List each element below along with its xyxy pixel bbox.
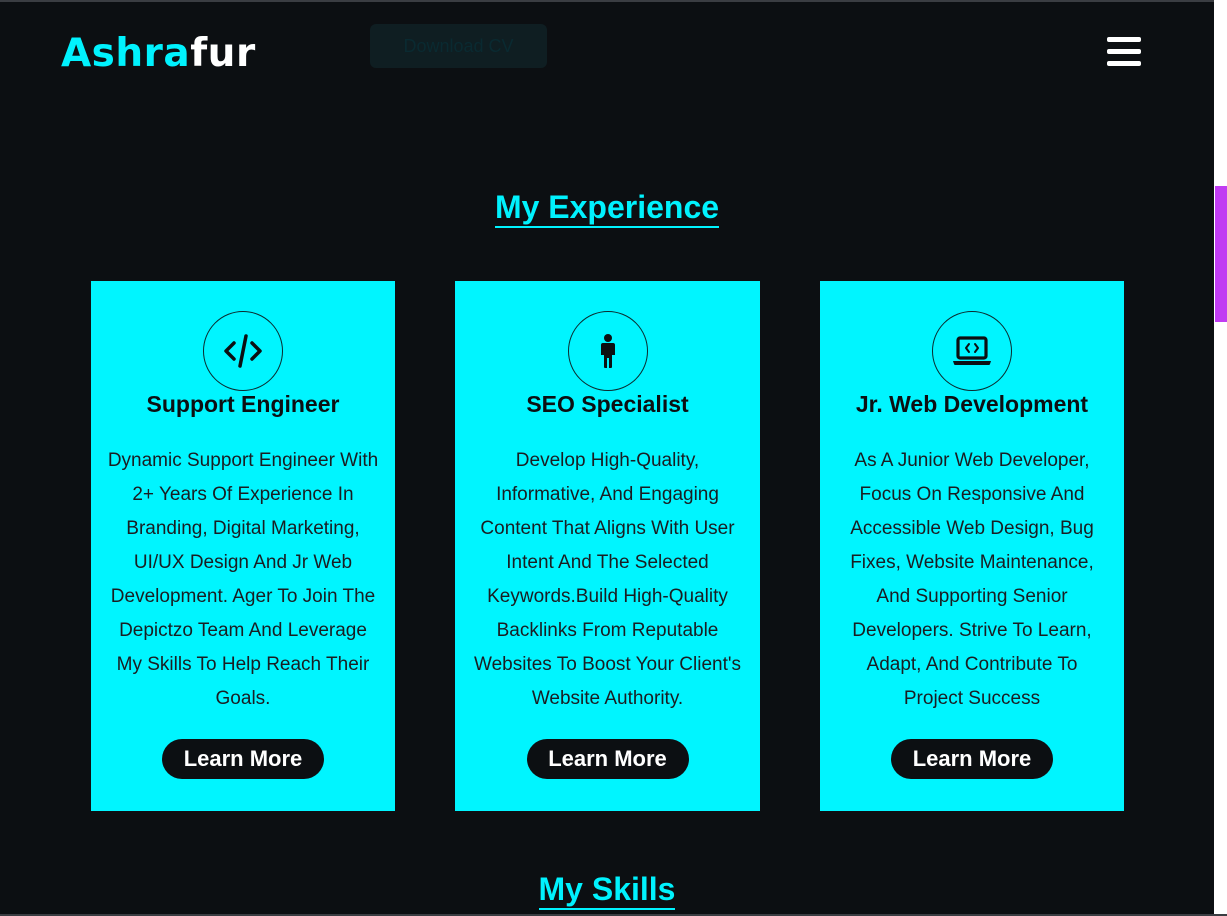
portfolio-page: Ashrafur Download CV My Experience Suppo… — [0, 0, 1227, 916]
learn-more-button[interactable]: Learn More — [526, 739, 689, 779]
experience-card-support-engineer: Support Engineer Dynamic Support Enginee… — [91, 281, 395, 811]
scrollbar-thumb[interactable] — [1215, 186, 1227, 322]
code-icon — [203, 311, 283, 391]
logo-part-accent: Ashra — [61, 31, 191, 76]
experience-card-seo-specialist: SEO Specialist Develop High-Quality, Inf… — [455, 281, 760, 811]
top-border — [0, 0, 1227, 2]
card-title: Jr. Web Development — [855, 391, 1089, 417]
logo[interactable]: Ashrafur — [61, 30, 256, 78]
download-cv-button[interactable]: Download CV — [370, 24, 547, 68]
experience-section-title: My Experience — [0, 189, 1214, 228]
card-description: Develop High-Quality, Informative, And E… — [474, 450, 741, 709]
laptop-code-icon — [932, 311, 1012, 391]
menu-bar — [1107, 61, 1141, 66]
card-description: Dynamic Support Engineer With 2+ Years O… — [107, 450, 379, 709]
hamburger-menu-icon[interactable] — [1107, 37, 1141, 67]
skills-title-text: My Skills — [538, 871, 676, 910]
card-title: SEO Specialist — [526, 391, 689, 417]
skills-section-title: My Skills — [0, 871, 1214, 910]
person-icon — [567, 311, 648, 391]
card-title: Support Engineer — [146, 391, 340, 417]
learn-more-button[interactable]: Learn More — [891, 739, 1053, 779]
menu-bar — [1107, 49, 1141, 54]
learn-more-button[interactable]: Learn More — [162, 739, 324, 779]
experience-title-text: My Experience — [494, 189, 720, 228]
scrollbar-track[interactable] — [1214, 0, 1227, 916]
experience-card-jr-web-development: Jr. Web Development As A Junior Web Deve… — [820, 281, 1124, 811]
logo-part-white: fur — [190, 31, 256, 76]
card-description: As A Junior Web Developer, Focus On Resp… — [850, 450, 1094, 709]
menu-bar — [1107, 37, 1141, 42]
